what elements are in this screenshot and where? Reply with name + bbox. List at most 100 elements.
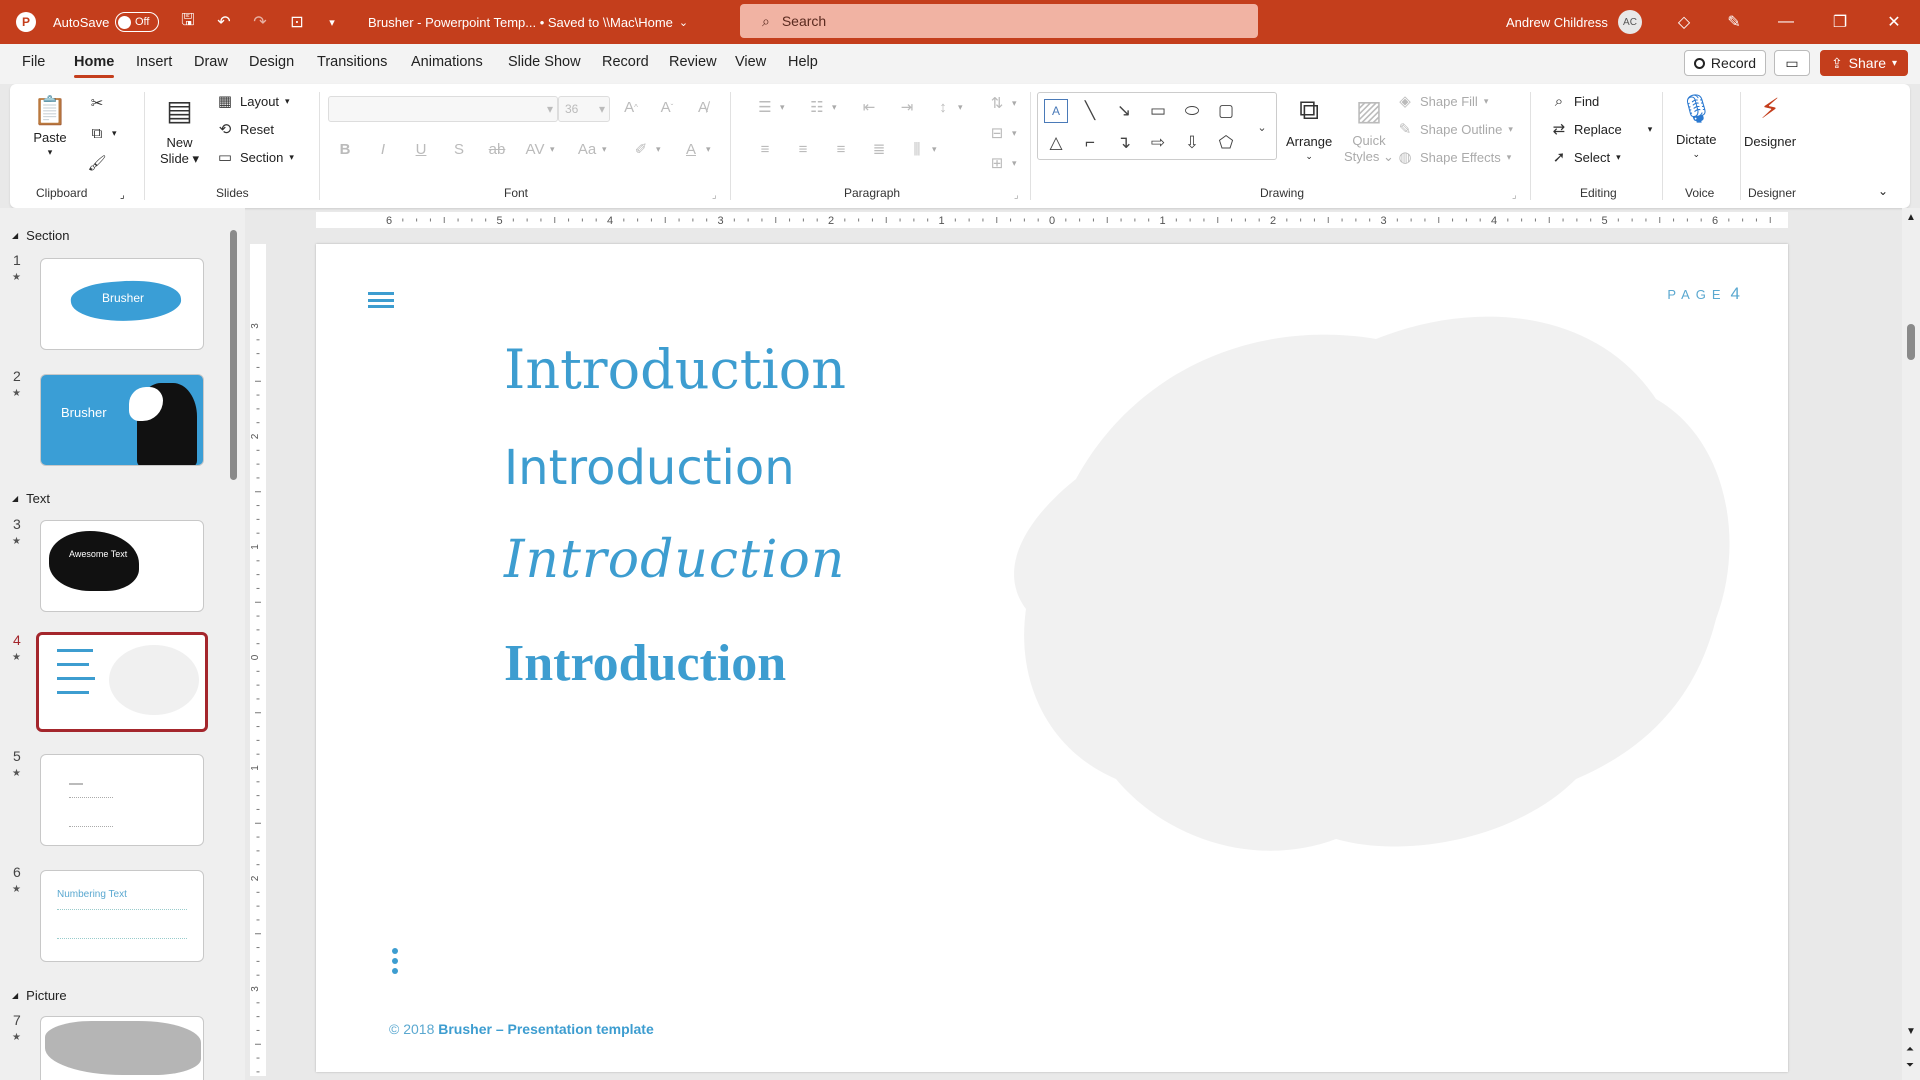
arrow-line-shape-icon[interactable]: ↘ bbox=[1112, 99, 1136, 123]
quick-styles-button[interactable]: ▨ Quick Styles ⌄ bbox=[1344, 92, 1394, 165]
replace-button[interactable]: ⇄ Replace ▾ bbox=[1550, 120, 1653, 138]
slide-thumbnail-7[interactable] bbox=[40, 1016, 204, 1080]
tab-record[interactable]: Record bbox=[602, 54, 649, 70]
shape-outline-button[interactable]: ✎ Shape Outline ▾ bbox=[1396, 120, 1513, 138]
customize-qat-icon[interactable]: ▾ bbox=[320, 0, 344, 44]
bullets-icon[interactable]: ☰ ▾ bbox=[756, 98, 784, 116]
align-left-icon[interactable]: ≡ bbox=[756, 140, 774, 158]
collapse-ribbon-icon[interactable]: ⌄ bbox=[1878, 184, 1888, 198]
slide-thumbnail-6[interactable]: Numbering Text bbox=[40, 870, 204, 962]
increase-indent-icon[interactable]: ⇥ bbox=[898, 98, 916, 116]
smartart-icon[interactable]: ⊞ ▾ bbox=[988, 154, 1017, 172]
tab-help[interactable]: Help bbox=[788, 54, 818, 70]
decrease-indent-icon[interactable]: ⇤ bbox=[860, 98, 878, 116]
record-button[interactable]: Record bbox=[1684, 50, 1766, 76]
heading-script[interactable]: Introduction bbox=[504, 530, 845, 590]
align-right-icon[interactable]: ≡ bbox=[832, 140, 850, 158]
restore-button[interactable]: ❐ bbox=[1812, 0, 1868, 44]
text-box-shape-icon[interactable]: A bbox=[1044, 99, 1068, 123]
align-center-icon[interactable]: ≡ bbox=[794, 140, 812, 158]
comments-button[interactable]: ▭ bbox=[1774, 50, 1810, 76]
new-slide-button[interactable]: ▤ New Slide ▾ bbox=[160, 92, 199, 167]
document-title[interactable]: Brusher - Powerpoint Temp... • Saved to … bbox=[368, 0, 688, 44]
oval-shape-icon[interactable]: ⬭ bbox=[1180, 99, 1204, 123]
down-arrow-shape-icon[interactable]: ⇩ bbox=[1180, 131, 1204, 155]
dictate-button[interactable]: 🎙 Dictate ⌄ bbox=[1676, 90, 1716, 160]
line-shape-icon[interactable]: ╲ bbox=[1078, 99, 1102, 123]
search-box[interactable]: ⌕ Search bbox=[740, 4, 1258, 38]
slide-thumbnail-1[interactable]: Brusher bbox=[40, 258, 204, 350]
slide-thumbnail-2[interactable]: Brusher bbox=[40, 374, 204, 466]
italic-icon[interactable]: I bbox=[374, 140, 392, 158]
tab-animations[interactable]: Animations bbox=[411, 54, 483, 70]
shapes-more-icon[interactable]: ⌄ bbox=[1250, 115, 1274, 139]
arrange-button[interactable]: ⧉ Arrange ⌄ bbox=[1286, 92, 1332, 162]
tab-design[interactable]: Design bbox=[249, 54, 294, 70]
rounded-rectangle-shape-icon[interactable]: ▢ bbox=[1214, 99, 1238, 123]
paste-button[interactable]: 📋 Paste ▾ bbox=[32, 92, 68, 158]
tab-file[interactable]: File bbox=[22, 54, 45, 70]
close-button[interactable]: ✕ bbox=[1866, 0, 1920, 44]
highlight-icon[interactable]: ✐ ▾ bbox=[632, 140, 661, 158]
slide-canvas[interactable]: PAGE 4 Introduction Introduction Introduc… bbox=[316, 244, 1788, 1072]
save-icon[interactable]: 🖫 bbox=[176, 0, 200, 44]
redo-icon[interactable]: ↷ bbox=[248, 0, 272, 44]
right-arrow-shape-icon[interactable]: ⇨ bbox=[1146, 131, 1170, 155]
bold-icon[interactable]: B bbox=[336, 140, 354, 158]
change-case-icon[interactable]: Aa ▾ bbox=[578, 140, 607, 158]
freeform-shape-icon[interactable]: ⬠ bbox=[1214, 131, 1238, 155]
find-button[interactable]: ⌕ Find bbox=[1550, 92, 1600, 110]
pen-icon[interactable]: ✎ bbox=[1722, 0, 1746, 44]
undo-icon[interactable]: ↶ bbox=[212, 0, 236, 44]
slide-thumbnail-3[interactable]: Awesome Text bbox=[40, 520, 204, 612]
section-header[interactable]: ◢ Picture bbox=[12, 988, 67, 1003]
columns-icon[interactable]: ⫼ ▾ bbox=[908, 140, 937, 158]
decrease-font-icon[interactable]: Aˇ bbox=[658, 98, 676, 116]
font-color-icon[interactable]: A ▾ bbox=[682, 140, 711, 158]
scroll-down-icon[interactable]: ▼ bbox=[1906, 1026, 1916, 1037]
text-direction-icon[interactable]: ⇅ ▾ bbox=[988, 94, 1017, 112]
section-button[interactable]: ▭ Section ▾ bbox=[216, 148, 294, 166]
shape-fill-button[interactable]: ◈ Shape Fill ▾ bbox=[1396, 92, 1488, 110]
section-header[interactable]: ◢ Section bbox=[12, 228, 70, 243]
triangle-shape-icon[interactable]: △ bbox=[1044, 131, 1068, 155]
justify-icon[interactable]: ≣ bbox=[870, 140, 888, 158]
reset-button[interactable]: ⟲ Reset bbox=[216, 120, 274, 138]
user-name[interactable]: Andrew Childress bbox=[1506, 0, 1608, 44]
autosave-toggle[interactable]: Off bbox=[115, 0, 159, 44]
previous-slide-icon[interactable]: ⏶ bbox=[1906, 1044, 1914, 1055]
designer-button[interactable]: ⚡ Designer bbox=[1744, 90, 1796, 150]
tab-home[interactable]: Home bbox=[74, 54, 115, 78]
numbering-icon[interactable]: ☷ ▾ bbox=[808, 98, 836, 116]
heading-serif[interactable]: Introduction bbox=[504, 338, 846, 401]
tab-slide-show[interactable]: Slide Show bbox=[508, 54, 581, 70]
avatar[interactable]: AC bbox=[1618, 0, 1642, 44]
diamond-icon[interactable]: ◇ bbox=[1672, 0, 1696, 44]
slide-thumbnail-5[interactable] bbox=[40, 754, 204, 846]
drawing-launcher-icon[interactable]: ⌟ bbox=[1512, 190, 1517, 201]
slide-thumbnail-4[interactable] bbox=[36, 632, 208, 732]
font-size-combo[interactable]: 36 ▾ bbox=[558, 96, 610, 122]
layout-button[interactable]: ▦ Layout ▾ bbox=[216, 92, 290, 110]
clipboard-launcher-icon[interactable]: ⌟ bbox=[120, 190, 125, 201]
elbow-connector-shape-icon[interactable]: ⌐ bbox=[1078, 131, 1102, 155]
minimize-button[interactable]: — bbox=[1758, 0, 1814, 44]
shadow-icon[interactable]: S bbox=[450, 140, 468, 158]
heading-sans[interactable]: Introduction bbox=[504, 440, 795, 496]
next-slide-icon[interactable]: ⏷ bbox=[1906, 1060, 1914, 1071]
tab-insert[interactable]: Insert bbox=[136, 54, 172, 70]
slide-scrollbar[interactable]: ▲ ▼ ⏶ ⏷ bbox=[1902, 208, 1920, 1080]
scroll-up-icon[interactable]: ▲ bbox=[1906, 212, 1916, 223]
character-spacing-icon[interactable]: AV ▾ bbox=[526, 140, 555, 158]
present-icon[interactable]: ⊡ bbox=[285, 0, 309, 44]
tab-view[interactable]: View bbox=[735, 54, 766, 70]
select-button[interactable]: ➚ Select ▾ bbox=[1550, 148, 1621, 166]
tab-review[interactable]: Review bbox=[669, 54, 717, 70]
copy-icon[interactable]: ⧉ ▾ bbox=[88, 124, 117, 142]
strikethrough-icon[interactable]: ab bbox=[488, 140, 506, 158]
tab-draw[interactable]: Draw bbox=[194, 54, 228, 70]
cut-icon[interactable]: ✂ bbox=[88, 94, 106, 112]
font-launcher-icon[interactable]: ⌟ bbox=[712, 190, 717, 201]
format-painter-icon[interactable]: 🖌 bbox=[87, 154, 106, 172]
scrollbar-thumb[interactable] bbox=[1907, 324, 1915, 360]
